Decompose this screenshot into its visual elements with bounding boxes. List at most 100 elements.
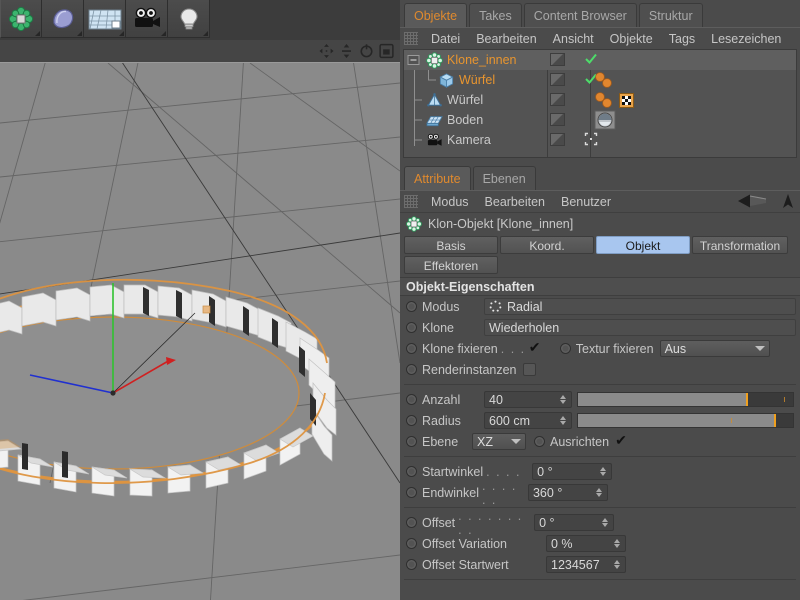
- menu-lesezeichen[interactable]: Lesezeichen: [703, 29, 789, 49]
- material-tag-chrome[interactable]: [594, 110, 616, 130]
- tab-effektoren[interactable]: Effektoren: [404, 256, 498, 274]
- klone-fixieren-checkbox[interactable]: [529, 339, 542, 355]
- endwinkel-stepper[interactable]: [595, 486, 603, 499]
- visibility-toggle[interactable]: [550, 113, 565, 126]
- visibility-toggle[interactable]: [550, 53, 565, 66]
- textur-fixieren-dropdown[interactable]: Aus: [659, 340, 770, 357]
- tag-area[interactable]: [594, 110, 616, 130]
- camera-icon[interactable]: [126, 0, 168, 38]
- material-tag-orange[interactable]: [594, 71, 613, 89]
- panel-grip-handle[interactable]: [404, 195, 418, 208]
- menu-tags[interactable]: Tags: [661, 29, 703, 49]
- animate-radio[interactable]: [406, 364, 417, 375]
- menu-bearbeiten[interactable]: Bearbeiten: [477, 192, 553, 212]
- menu-datei[interactable]: Datei: [423, 29, 468, 49]
- animate-radio[interactable]: [406, 394, 417, 405]
- animate-radio[interactable]: [406, 466, 417, 477]
- tab-ebenen[interactable]: Ebenen: [472, 166, 536, 190]
- offset-stepper[interactable]: [601, 516, 609, 529]
- panel-grip-handle[interactable]: [404, 32, 418, 45]
- tab-takes[interactable]: Takes: [469, 3, 522, 27]
- animate-radio[interactable]: [406, 559, 417, 570]
- visibility-toggle[interactable]: [550, 133, 565, 146]
- animate-radio[interactable]: [406, 301, 417, 312]
- animate-radio[interactable]: [406, 487, 417, 498]
- light-icon[interactable]: [168, 0, 210, 38]
- object-row-wuerfel-child[interactable]: Würfel: [404, 70, 796, 90]
- material-tag-orange[interactable]: [594, 91, 613, 109]
- anzahl-stepper[interactable]: [559, 393, 567, 406]
- radius-input[interactable]: 600 cm: [484, 412, 572, 429]
- menu-modus[interactable]: Modus: [423, 192, 477, 212]
- tab-struktur[interactable]: Struktur: [638, 3, 703, 27]
- ausrichten-checkbox[interactable]: [615, 432, 628, 448]
- anzahl-input[interactable]: 40: [484, 391, 572, 408]
- anzahl-value: 40: [489, 392, 503, 407]
- tool-expand-corner[interactable]: [35, 31, 40, 36]
- startwinkel-input[interactable]: 0 °: [532, 463, 613, 480]
- nav-up-icon[interactable]: [780, 193, 796, 209]
- tag-area[interactable]: [594, 70, 613, 90]
- renderinstanzen-checkbox[interactable]: [522, 363, 536, 376]
- tree-expander-minus[interactable]: [404, 50, 426, 70]
- object-row-klone-innen[interactable]: Klone_innen: [404, 50, 796, 70]
- enabled-check-icon[interactable]: [584, 52, 598, 66]
- object-row-kamera[interactable]: Kamera: [404, 130, 796, 150]
- slider-knob[interactable]: [773, 414, 776, 427]
- nav-back-icon[interactable]: [736, 193, 770, 209]
- undo-redo-icon[interactable]: [0, 0, 42, 38]
- render-view-icon[interactable]: [84, 0, 126, 38]
- animate-radio[interactable]: [534, 436, 545, 447]
- orbit-icon[interactable]: [359, 43, 374, 59]
- dolly-icon[interactable]: [339, 43, 354, 59]
- radius-slider[interactable]: [577, 413, 794, 428]
- object-row-wuerfel[interactable]: Würfel: [404, 90, 796, 110]
- animate-radio[interactable]: [406, 415, 417, 426]
- tool-expand-corner[interactable]: [119, 31, 124, 36]
- animate-radio[interactable]: [559, 343, 571, 354]
- startwinkel-stepper[interactable]: [599, 465, 607, 478]
- tool-expand-corner[interactable]: [77, 31, 82, 36]
- visibility-toggle[interactable]: [550, 73, 565, 86]
- tag-area[interactable]: [594, 90, 634, 110]
- menu-benutzer[interactable]: Benutzer: [553, 192, 619, 212]
- object-row-boden[interactable]: Boden: [404, 110, 796, 130]
- tab-transformation[interactable]: Transformation: [692, 236, 788, 254]
- endwinkel-input[interactable]: 360 °: [527, 484, 608, 501]
- menu-bearbeiten[interactable]: Bearbeiten: [468, 29, 544, 49]
- anzahl-slider[interactable]: [577, 392, 794, 407]
- animate-radio[interactable]: [406, 517, 417, 528]
- target-marker-icon[interactable]: [584, 132, 598, 146]
- tab-objekte[interactable]: Objekte: [404, 3, 468, 27]
- animate-radio[interactable]: [406, 436, 417, 447]
- offset-variation-stepper[interactable]: [613, 537, 621, 550]
- object-tree[interactable]: Klone_innen Würfel Würfel Boden Kamera: [403, 49, 797, 158]
- tab-attribute[interactable]: Attribute: [404, 166, 471, 190]
- modus-dropdown[interactable]: Radial: [484, 298, 796, 315]
- tab-objekt[interactable]: Objekt: [596, 236, 690, 254]
- offset-startwert-input[interactable]: 1234567: [546, 556, 626, 573]
- tab-content-browser[interactable]: Content Browser: [523, 3, 637, 27]
- tool-expand-corner[interactable]: [161, 31, 166, 36]
- animate-radio[interactable]: [406, 322, 417, 333]
- selection-tool-icon[interactable]: [42, 0, 84, 38]
- ebene-dropdown[interactable]: XZ: [472, 433, 526, 450]
- offset-startwert-stepper[interactable]: [613, 558, 621, 571]
- viewport-3d[interactable]: [0, 63, 400, 600]
- tool-expand-corner[interactable]: [203, 31, 208, 36]
- tab-koord[interactable]: Koord.: [500, 236, 594, 254]
- visibility-toggle[interactable]: [550, 93, 565, 106]
- animate-radio[interactable]: [406, 538, 417, 549]
- menu-ansicht[interactable]: Ansicht: [545, 29, 602, 49]
- offset-input[interactable]: 0 °: [534, 514, 615, 531]
- tab-basis[interactable]: Basis: [404, 236, 498, 254]
- radius-stepper[interactable]: [559, 414, 567, 427]
- menu-objekte[interactable]: Objekte: [602, 29, 661, 49]
- maximize-view-icon[interactable]: [379, 43, 394, 59]
- animate-radio[interactable]: [406, 343, 417, 354]
- pan-icon[interactable]: [319, 43, 334, 59]
- texture-tag-checker[interactable]: [619, 92, 634, 108]
- slider-knob[interactable]: [745, 393, 748, 406]
- offset-variation-input[interactable]: 0 %: [546, 535, 626, 552]
- klone-dropdown[interactable]: Wiederholen: [484, 319, 796, 336]
